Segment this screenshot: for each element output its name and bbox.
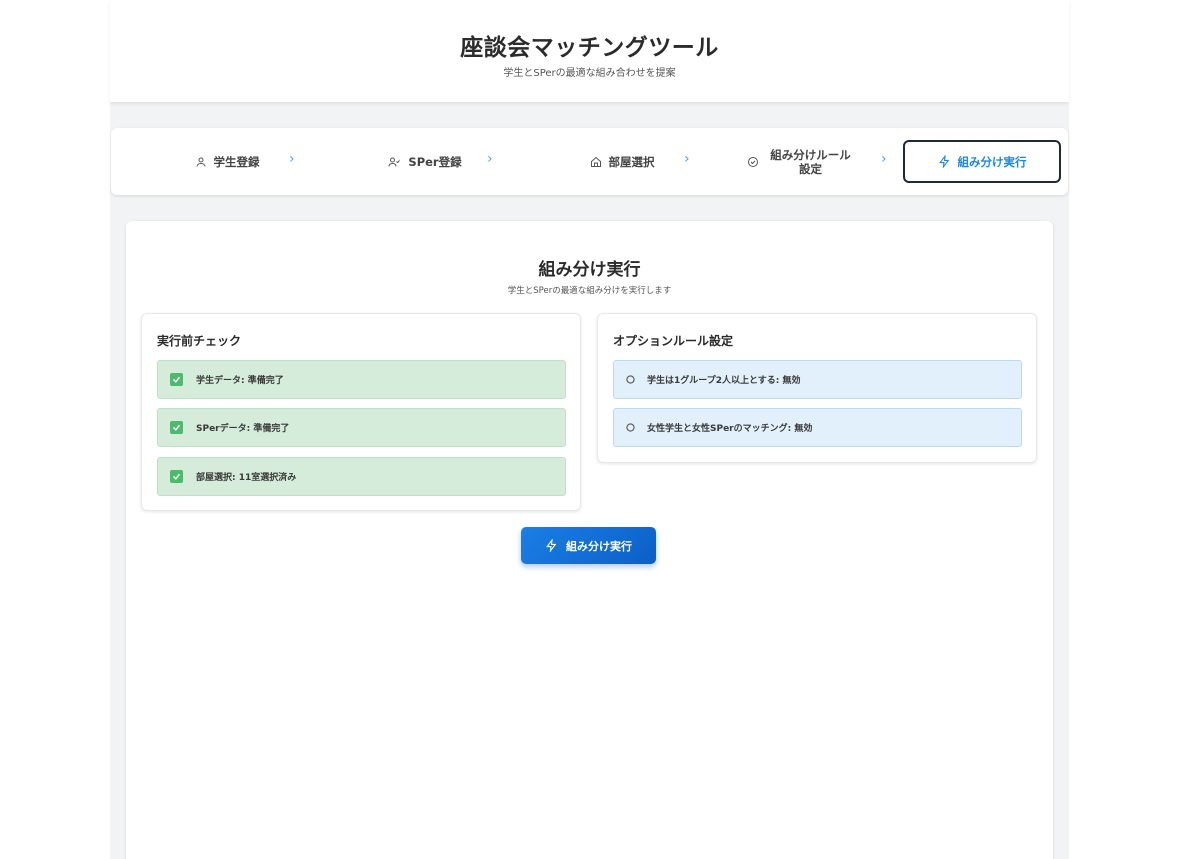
panel-title: オプションルール設定: [613, 334, 734, 348]
zap-icon: [546, 539, 557, 552]
step-room-selection[interactable]: 部屋選択: [543, 140, 701, 183]
checkbox-checked-icon: [170, 470, 183, 483]
step-label: 学生登録: [213, 154, 260, 169]
step-label: 組み分けルール設定: [770, 147, 851, 176]
checkbox-checked-icon: [170, 373, 183, 386]
chevron-right-icon: ›: [684, 151, 690, 167]
option-rule-label: 女性学生と女性SPerのマッチング: 無効: [647, 424, 813, 434]
app-subtitle: 学生とSPerの最適な組み合わせを提案: [503, 68, 676, 79]
check-circle-icon: [747, 156, 758, 167]
step-sper-registration[interactable]: SPer登録: [346, 140, 504, 183]
precheck-item: SPerデータ: 準備完了: [157, 408, 566, 447]
option-rule-item: 学生は1グループ2人以上とする: 無効: [613, 360, 1022, 399]
step-navigation: 学生登録 › SPer登録 › 部屋選択 › 組み分けルール設定 › 組み分け実…: [111, 128, 1068, 195]
step-grouping-rules[interactable]: 組み分けルール設定: [721, 140, 881, 183]
chevron-right-icon: ›: [487, 151, 493, 167]
chevron-right-icon: ›: [881, 151, 887, 167]
app-title: 座談会マッチングツール: [460, 35, 719, 61]
chevron-right-icon: ›: [289, 151, 295, 167]
precheck-panel: 実行前チェック 学生データ: 準備完了 SPerデータ: 準備完了 部屋選択: …: [141, 313, 581, 511]
options-panel: オプションルール設定 学生は1グループ2人以上とする: 無効 女性学生と女性SP…: [597, 313, 1037, 463]
run-button-label: 組み分け実行: [566, 539, 632, 553]
circle-icon: [626, 375, 635, 384]
precheck-label: SPerデータ: 準備完了: [196, 424, 290, 434]
option-rule-label: 学生は1グループ2人以上とする: 無効: [647, 376, 801, 386]
step-student-registration[interactable]: 学生登録: [148, 140, 306, 183]
step-label: SPer登録: [408, 154, 462, 169]
home-icon: [590, 156, 601, 167]
precheck-label: 学生データ: 準備完了: [196, 376, 284, 386]
user-check-icon: [388, 157, 401, 167]
section-subtitle: 学生とSPerの最適な組み分けを実行します: [507, 286, 672, 296]
panel-title: 実行前チェック: [157, 334, 242, 348]
app-header: 座談会マッチングツール 学生とSPerの最適な組み合わせを提案: [110, 0, 1069, 102]
precheck-item: 学生データ: 準備完了: [157, 360, 566, 399]
zap-icon: [938, 155, 949, 168]
circle-icon: [626, 423, 635, 432]
user-icon: [196, 157, 205, 167]
option-rule-item: 女性学生と女性SPerのマッチング: 無効: [613, 408, 1022, 447]
app-container: 座談会マッチングツール 学生とSPerの最適な組み合わせを提案 学生登録 › S…: [110, 0, 1069, 859]
step-label: 組み分け実行: [957, 154, 1027, 169]
checkbox-checked-icon: [170, 421, 183, 434]
step-run-grouping[interactable]: 組み分け実行: [903, 140, 1061, 183]
step-label: 部屋選択: [608, 154, 655, 169]
main-card: 組み分け実行 学生とSPerの最適な組み分けを実行します 実行前チェック 学生デ…: [126, 221, 1053, 859]
run-grouping-button[interactable]: 組み分け実行: [521, 527, 656, 564]
precheck-item: 部屋選択: 11室選択済み: [157, 457, 566, 496]
precheck-label: 部屋選択: 11室選択済み: [196, 473, 297, 483]
section-title: 組み分け実行: [538, 260, 641, 280]
